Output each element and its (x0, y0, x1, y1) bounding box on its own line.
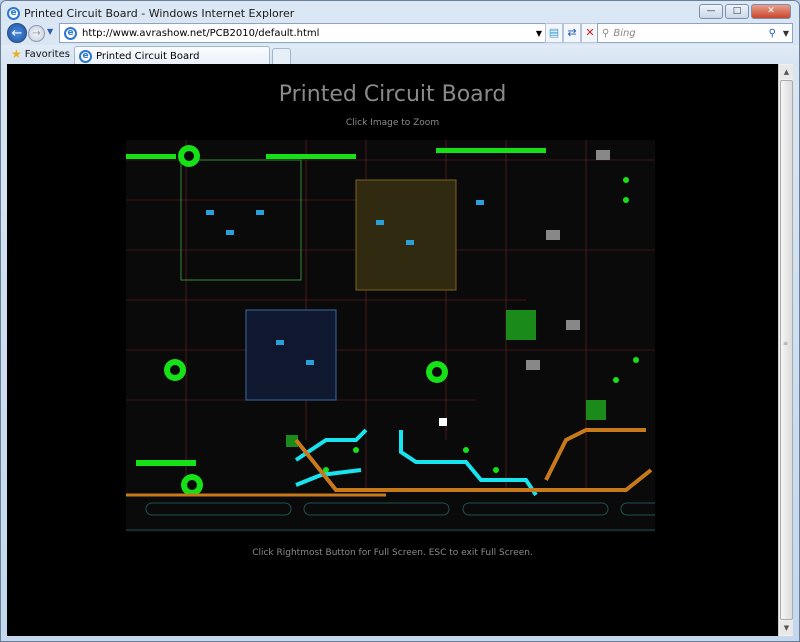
tab-label: Printed Circuit Board (96, 50, 200, 62)
scroll-down-button[interactable]: ▼ (780, 621, 793, 635)
forward-button[interactable]: → (28, 25, 45, 42)
pcb-image[interactable] (126, 140, 655, 532)
close-button[interactable]: ✕ (751, 4, 791, 19)
refresh-button[interactable]: ⇄ (563, 23, 581, 43)
tab-printed-circuit-board[interactable]: e Printed Circuit Board (74, 46, 270, 65)
page-icon: e (64, 26, 77, 40)
tab-ie-icon: e (79, 49, 92, 63)
favorites-button[interactable]: ★ Favorites (11, 47, 70, 61)
scroll-grip-icon: ≡ (783, 340, 789, 347)
search-input[interactable]: Bing (613, 28, 635, 39)
recent-pages-dropdown[interactable]: ▼ (47, 27, 53, 36)
favorites-label: Favorites (24, 48, 70, 60)
search-icon: ⚲ (602, 27, 610, 39)
search-box[interactable]: ⚲ Bing ⚲ ▼ (597, 23, 793, 43)
vertical-scrollbar[interactable]: ▲ ≡ ▼ (778, 64, 793, 636)
window-title: Printed Circuit Board - Windows Internet… (24, 6, 295, 20)
page-subtitle: Click Image to Zoom (345, 118, 440, 128)
scroll-thumb[interactable] (780, 80, 793, 620)
back-button[interactable]: ← (7, 23, 27, 43)
new-tab-button[interactable] (272, 48, 291, 65)
page-footer-instructions: Click Rightmost Button for Full Screen. … (252, 548, 533, 558)
ie-logo-icon: e (7, 6, 20, 20)
minimize-button[interactable]: — (699, 4, 723, 19)
search-dropdown-icon[interactable]: ▼ (783, 29, 789, 38)
address-bar[interactable]: e http://www.avrashow.net/PCB2010/defaul… (59, 23, 547, 43)
search-go-icon[interactable]: ⚲ (769, 28, 776, 39)
url-text[interactable]: http://www.avrashow.net/PCB2010/default.… (82, 28, 319, 39)
scroll-up-button[interactable]: ▲ (780, 65, 793, 79)
page-title: Printed Circuit Board (278, 82, 507, 107)
title-bar: e Printed Circuit Board - Windows Intern… (7, 5, 294, 21)
compatibility-view-button[interactable]: ▤ (545, 23, 563, 43)
page-content: Printed Circuit Board Click Image to Zoo… (7, 64, 778, 636)
maximize-button[interactable]: □ (725, 4, 749, 19)
address-dropdown-icon[interactable]: ▼ (536, 29, 542, 38)
star-icon: ★ (11, 47, 22, 61)
